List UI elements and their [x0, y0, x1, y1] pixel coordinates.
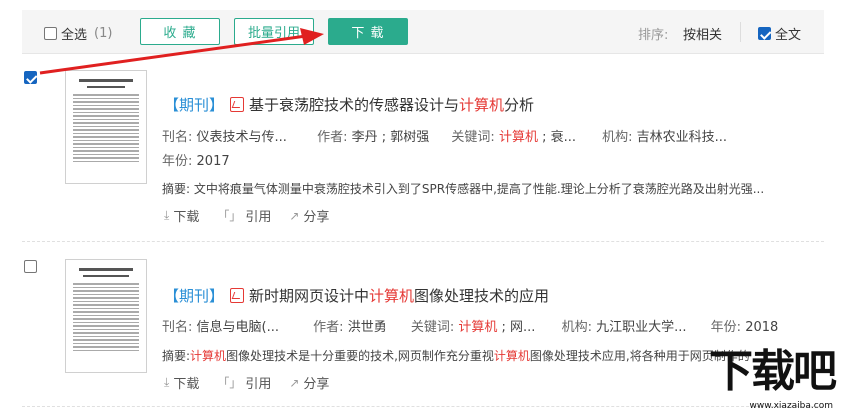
abstract-key: 摘要:	[162, 182, 191, 196]
toolbar-divider	[740, 22, 741, 42]
result-2-meta: 刊名: 信息与电脑(... 作者: 洪世勇 关键词: 计算机 ; 网... 机构…	[162, 316, 778, 335]
result-2-cite-link[interactable]: 「」 引用	[217, 373, 271, 392]
result-2-share-link[interactable]: ↗ 分享	[289, 373, 330, 393]
fulltext-checkbox[interactable]: 全文	[758, 24, 801, 43]
result-2-title[interactable]: 【期刊】 新时期网页设计中 计算机 图像处理技术的应用	[164, 285, 549, 306]
download-button[interactable]: 下 载	[328, 18, 408, 45]
download-label: 下载	[173, 377, 200, 392]
pdf-icon	[230, 288, 245, 303]
result-2-title-highlight: 计算机	[369, 287, 415, 305]
result-2-type-tag: 【期刊】	[164, 287, 225, 305]
select-all-label: 全选	[61, 28, 88, 43]
result-2-year-value: 2018	[745, 320, 779, 335]
toolbar: 全选 (1) 收 藏 批量引用 下 载 排序: 按相关 全文	[22, 10, 824, 54]
result-2-download-link[interactable]: ⤓ 下载	[164, 373, 199, 392]
download-icon: ⤓	[164, 375, 170, 389]
result-1-title[interactable]: 【期刊】 基于衰荡腔技术的传感器设计与 计算机 分析	[164, 94, 534, 115]
pdf-icon	[230, 97, 245, 112]
watermark: 下载吧 www.xiazaiba.com	[699, 341, 839, 411]
result-1-title-text: 基于衰荡腔技术的传感器设计与	[249, 96, 460, 114]
selected-count: (1)	[94, 26, 113, 41]
select-all-box[interactable]	[44, 27, 57, 40]
result-1-keyword-highlight[interactable]: 计算机	[499, 130, 538, 145]
result-2-authors[interactable]: 洪世勇	[348, 320, 387, 335]
watermark-logo: 下载吧	[709, 346, 837, 397]
result-1-year: 年份: 2017	[162, 150, 230, 169]
result-divider	[22, 241, 824, 242]
org-key: 机构:	[561, 320, 592, 335]
result-1-keywords[interactable]: ; 衰...	[538, 130, 576, 145]
share-label: 分享	[303, 377, 330, 392]
result-1-meta: 刊名: 仪表技术与传... 作者: 李丹 ; 郭树强 关键词: 计算机 ; 衰.…	[162, 126, 727, 145]
share-icon: ↗	[289, 208, 300, 223]
share-label: 分享	[303, 210, 330, 225]
keyword-key: 关键词:	[451, 130, 495, 145]
fulltext-box[interactable]	[758, 27, 771, 40]
sort-label: 排序:	[638, 28, 669, 43]
result-2-thumbnail[interactable]	[65, 259, 147, 373]
result-2-title-end: 图像处理技术的应用	[414, 287, 550, 305]
share-icon: ↗	[289, 375, 300, 390]
abstract-highlight: 计算机	[190, 349, 227, 363]
quote-icon: 「」	[217, 209, 242, 223]
result-2-org[interactable]: 九江职业大学...	[596, 320, 686, 335]
result-2-checkbox[interactable]	[24, 260, 37, 273]
journal-key: 刊名:	[162, 320, 193, 335]
sort-relevance-option[interactable]: 按相关	[683, 24, 722, 43]
result-1-checkbox[interactable]	[24, 71, 37, 84]
result-1-actions: ⤓ 下载 「」 引用 ↗ 分享	[164, 206, 347, 225]
org-key: 机构:	[602, 130, 633, 145]
result-1-authors[interactable]: 李丹 ; 郭树强	[352, 130, 430, 145]
result-2-actions: ⤓ 下载 「」 引用 ↗ 分享	[164, 373, 347, 392]
fulltext-label: 全文	[775, 28, 802, 43]
abstract-highlight-2: 计算机	[493, 349, 530, 363]
batch-cite-button[interactable]: 批量引用	[234, 18, 314, 45]
result-1-title-highlight: 计算机	[459, 96, 505, 114]
select-all-checkbox[interactable]: 全选 (1)	[44, 24, 112, 43]
cite-label: 引用	[245, 377, 272, 392]
result-2-keywords[interactable]: ; 网...	[497, 320, 536, 335]
journal-key: 刊名:	[162, 130, 193, 145]
watermark-url: www.xiazaiba.com	[749, 401, 833, 411]
result-1-abstract-text: 文中将痕量气体测量中衰荡腔技术引入到了SPR传感器中,提高了性能.理论上分析了衰…	[193, 182, 765, 196]
download-icon: ⤓	[164, 208, 170, 222]
result-1-year-value: 2017	[196, 154, 230, 169]
result-2-title-text: 新时期网页设计中	[249, 287, 370, 305]
quote-icon: 「」	[217, 376, 242, 390]
result-2-keyword-highlight[interactable]: 计算机	[458, 320, 497, 335]
result-1-org[interactable]: 吉林农业科技...	[637, 130, 727, 145]
result-1-type-tag: 【期刊】	[164, 96, 225, 114]
result-1-abstract: 摘要: 文中将痕量气体测量中衰荡腔技术引入到了SPR传感器中,提高了性能.理论上…	[162, 180, 822, 197]
collect-button[interactable]: 收 藏	[140, 18, 220, 45]
year-key: 年份:	[162, 154, 193, 169]
result-1-title-end: 分析	[504, 96, 535, 114]
result-1-journal[interactable]: 仪表技术与传...	[197, 130, 287, 145]
result-1-thumbnail[interactable]	[65, 70, 147, 184]
result-1-download-link[interactable]: ⤓ 下载	[164, 206, 199, 225]
author-key: 作者:	[313, 320, 344, 335]
result-1-cite-link[interactable]: 「」 引用	[217, 206, 271, 225]
abstract-key: 摘要:	[162, 349, 191, 363]
result-2-journal[interactable]: 信息与电脑(...	[197, 320, 279, 335]
download-label: 下载	[173, 210, 200, 225]
keyword-key: 关键词:	[410, 320, 455, 335]
cite-label: 引用	[245, 210, 272, 225]
author-key: 作者:	[317, 130, 348, 145]
year-key: 年份:	[710, 320, 742, 335]
result-1-share-link[interactable]: ↗ 分享	[289, 206, 330, 226]
result-2-abstract-text: 图像处理技术是十分重要的技术,网页制作充分重视	[226, 349, 494, 363]
